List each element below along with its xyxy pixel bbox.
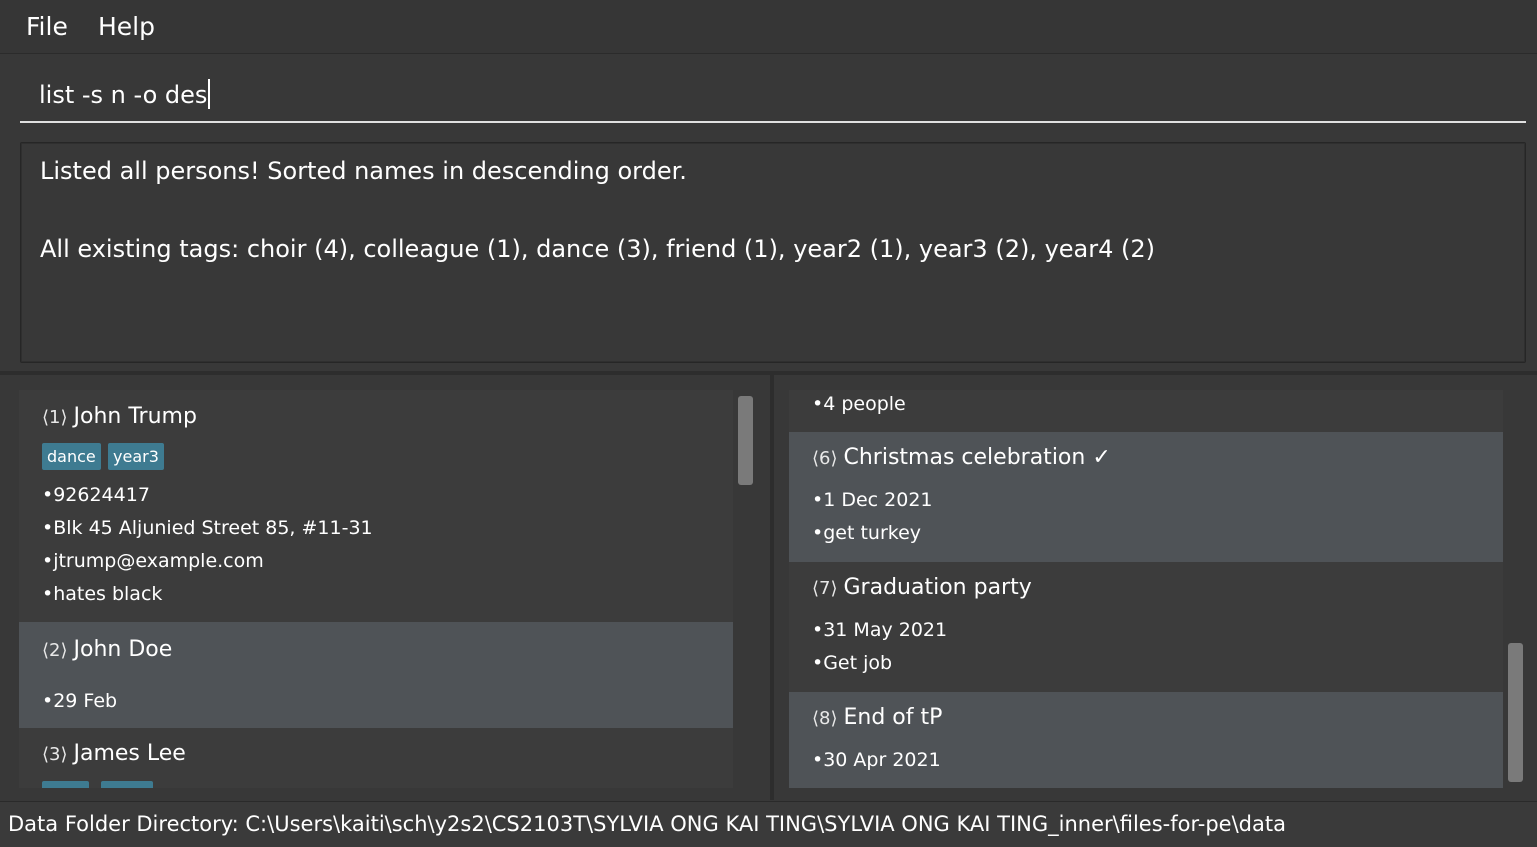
data-folder-path: Data Folder Directory: C:\Users\kaiti\sc… <box>8 812 1286 836</box>
event-name: Graduation party <box>843 575 1032 600</box>
event-index: ⟨8⟩ <box>812 708 838 729</box>
event-name: End of tP <box>843 705 943 730</box>
person-card[interactable]: ⟨1⟩ John Trump dance year3 •92624417 •Blk… <box>19 390 733 622</box>
person-name: James Lee <box>73 741 186 766</box>
person-address: •Blk 45 Aljunied Street 85, #11-31 <box>42 517 373 539</box>
panel-divider-handle[interactable] <box>770 375 774 800</box>
done-check-icon: ✓ <box>1092 445 1111 470</box>
menu-help[interactable]: Help <box>98 12 155 41</box>
event-description: •Get job <box>812 652 893 674</box>
event-card[interactable]: ⟨6⟩ Christmas celebration ✓ •1 Dec 2021 •… <box>789 432 1503 562</box>
person-phone: •92624417 <box>42 484 150 506</box>
person-index: ⟨3⟩ <box>42 744 68 765</box>
person-index: ⟨2⟩ <box>42 640 68 661</box>
event-description: •get turkey <box>812 522 922 544</box>
event-card[interactable]: ⟨8⟩ End of tP •30 Apr 2021 <box>789 692 1503 788</box>
person-name: John Doe <box>73 637 173 662</box>
tag-badge <box>42 781 89 788</box>
person-birthday: •29 Feb <box>42 690 118 712</box>
menu-bar: File Help <box>0 0 1537 54</box>
person-card[interactable]: ⟨3⟩ James Lee <box>19 728 733 788</box>
event-attendees: •4 people <box>812 393 906 415</box>
event-date: •31 May 2021 <box>812 619 948 641</box>
horizontal-divider <box>0 371 1537 375</box>
status-bar: Data Folder Directory: C:\Users\kaiti\sc… <box>0 801 1537 847</box>
result-display: Listed all persons! Sorted names in desc… <box>20 142 1526 363</box>
result-tags-summary: All existing tags: choir (4), colleague … <box>40 235 1156 263</box>
event-date: •1 Dec 2021 <box>812 489 933 511</box>
tag-badge: dance <box>42 443 101 470</box>
person-email: •jtrump@example.com <box>42 550 264 572</box>
tag-badge: year3 <box>108 443 164 470</box>
command-input-text: list -s n -o des <box>39 81 208 109</box>
event-index: ⟨7⟩ <box>812 578 838 599</box>
event-name: Christmas celebration <box>843 445 1086 470</box>
person-name: John Trump <box>73 404 197 429</box>
person-list-scrollbar[interactable] <box>738 396 753 485</box>
person-index: ⟨1⟩ <box>42 407 68 428</box>
event-date: •30 Apr 2021 <box>812 749 941 771</box>
command-area: list -s n -o des <box>0 55 1537 131</box>
person-remark: •hates black <box>42 583 163 605</box>
command-input[interactable]: list -s n -o des <box>20 73 1526 123</box>
result-message: Listed all persons! Sorted names in desc… <box>40 157 687 185</box>
event-card[interactable]: •4 people <box>789 390 1503 432</box>
person-card[interactable]: ⟨2⟩ John Doe •29 Feb <box>19 622 733 728</box>
event-index: ⟨6⟩ <box>812 448 838 469</box>
text-caret <box>208 79 211 109</box>
tag-badge <box>101 781 153 788</box>
person-list: ⟨1⟩ John Trump dance year3 •92624417 •Blk… <box>19 390 733 788</box>
event-list: •4 people ⟨6⟩ Christmas celebration ✓ •1 … <box>789 390 1503 788</box>
menu-file[interactable]: File <box>26 12 68 41</box>
event-card[interactable]: ⟨7⟩ Graduation party •31 May 2021 •Get jo… <box>789 562 1503 692</box>
event-list-scrollbar[interactable] <box>1508 643 1523 782</box>
